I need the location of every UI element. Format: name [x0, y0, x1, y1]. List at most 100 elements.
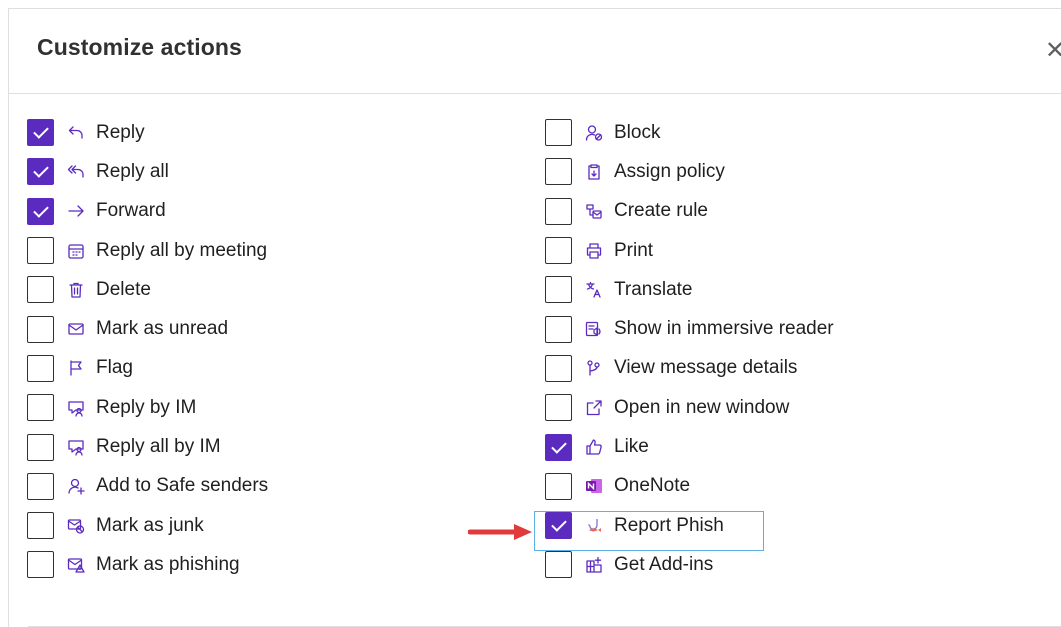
action-row-reply-all-by-im[interactable]: Reply all by IM — [27, 427, 268, 466]
checkbox[interactable] — [27, 472, 54, 500]
checkbox[interactable] — [545, 237, 572, 265]
checkbox[interactable] — [545, 315, 572, 343]
action-row-print[interactable]: Print — [545, 231, 834, 270]
action-row-show-in-immersive-reader[interactable]: Show in immersive reader — [545, 309, 834, 348]
block-person-icon — [584, 123, 604, 143]
action-row-reply[interactable]: Reply — [27, 113, 268, 152]
checkbox[interactable] — [27, 158, 54, 186]
right-actions-column: Block Assign policy Create rule Print Transl… — [545, 113, 834, 585]
checkbox[interactable] — [545, 551, 572, 579]
reply-icon — [66, 123, 86, 143]
action-row-add-to-safe-senders[interactable]: Add to Safe senders — [27, 467, 268, 506]
checkbox[interactable] — [545, 276, 572, 304]
action-label: Print — [614, 239, 654, 261]
checkbox[interactable] — [545, 354, 572, 382]
pointer-arrow-icon — [468, 524, 532, 540]
checkbox[interactable] — [27, 551, 54, 579]
action-row-reply-all-by-meeting[interactable]: Reply all by meeting — [27, 231, 268, 270]
action-label: Mark as unread — [96, 318, 229, 340]
reply-all-icon — [66, 162, 86, 182]
rule-icon — [584, 201, 604, 221]
action-label: OneNote — [614, 475, 691, 497]
dialog-header: Customize actions ✕ — [9, 9, 1061, 94]
action-row-onenote[interactable]: OneNote — [545, 467, 834, 506]
action-label: Flag — [96, 357, 133, 379]
open-window-icon — [584, 398, 604, 418]
checkbox[interactable] — [545, 472, 572, 500]
checkbox[interactable] — [545, 394, 572, 422]
checkbox[interactable] — [27, 315, 54, 343]
action-label: Open in new window — [614, 396, 790, 418]
checkbox[interactable] — [545, 197, 572, 225]
checkbox[interactable] — [27, 197, 54, 225]
checkbox[interactable] — [27, 354, 54, 382]
checkbox[interactable] — [545, 433, 572, 461]
action-row-get-add-ins[interactable]: Get Add-ins — [545, 545, 834, 584]
action-label: Translate — [614, 278, 693, 300]
checkbox[interactable] — [27, 237, 54, 265]
action-label: Report Phish — [614, 514, 724, 536]
action-label: Create rule — [614, 200, 708, 222]
flag-icon — [66, 358, 86, 378]
thumbs-up-icon — [584, 437, 604, 457]
add-ins-icon — [584, 555, 604, 575]
envelope-icon — [66, 319, 86, 339]
chat-person-icon — [66, 437, 86, 457]
junk-mail-icon — [66, 516, 86, 536]
phishing-mail-icon — [66, 555, 86, 575]
translate-icon — [584, 280, 604, 300]
checkbox[interactable] — [545, 119, 572, 147]
print-icon — [584, 241, 604, 261]
close-icon[interactable]: ✕ — [1045, 35, 1061, 65]
action-label: View message details — [614, 357, 798, 379]
action-row-flag[interactable]: Flag — [27, 349, 268, 388]
action-row-open-in-new-window[interactable]: Open in new window — [545, 388, 834, 427]
action-label: Reply by IM — [96, 396, 197, 418]
action-label: Reply all — [96, 160, 169, 182]
action-row-view-message-details[interactable]: View message details — [545, 349, 834, 388]
action-row-mark-as-phishing[interactable]: Mark as phishing — [27, 545, 268, 584]
action-row-translate[interactable]: Translate — [545, 270, 834, 309]
left-actions-column: Reply Reply all Forward Reply all by meetin… — [27, 113, 268, 585]
action-label: Show in immersive reader — [614, 318, 834, 340]
checkbox[interactable] — [545, 512, 572, 540]
action-label: Mark as junk — [96, 514, 204, 536]
action-row-mark-as-junk[interactable]: Mark as junk — [27, 506, 268, 545]
checkbox[interactable] — [27, 276, 54, 304]
action-row-create-rule[interactable]: Create rule — [545, 192, 834, 231]
action-label: Reply — [96, 121, 145, 143]
report-phish-icon — [584, 516, 604, 536]
action-row-mark-as-unread[interactable]: Mark as unread — [27, 309, 268, 348]
trash-icon — [66, 280, 86, 300]
chat-person-icon — [66, 398, 86, 418]
immersive-reader-icon — [584, 319, 604, 339]
calendar-icon — [66, 241, 86, 261]
action-row-reply-by-im[interactable]: Reply by IM — [27, 388, 268, 427]
onenote-icon — [584, 476, 604, 496]
action-label: Block — [614, 121, 661, 143]
checkbox[interactable] — [27, 394, 54, 422]
action-row-like[interactable]: Like — [545, 427, 834, 466]
dialog-title: Customize actions — [37, 34, 242, 60]
checkbox[interactable] — [27, 119, 54, 147]
action-row-block[interactable]: Block — [545, 113, 834, 152]
action-row-report-phish[interactable]: Report Phish — [545, 506, 834, 545]
action-label: Reply all by meeting — [96, 239, 268, 261]
action-label: Reply all by IM — [96, 436, 221, 458]
action-label: Get Add-ins — [614, 553, 714, 575]
action-label: Assign policy — [614, 160, 725, 182]
action-label: Forward — [96, 200, 166, 222]
action-row-reply-all[interactable]: Reply all — [27, 152, 268, 191]
action-label: Like — [614, 436, 649, 458]
action-row-assign-policy[interactable]: Assign policy — [545, 152, 834, 191]
person-add-icon — [66, 476, 86, 496]
checkbox[interactable] — [27, 433, 54, 461]
checkbox[interactable] — [545, 158, 572, 186]
action-row-forward[interactable]: Forward — [27, 192, 268, 231]
action-row-delete[interactable]: Delete — [27, 270, 268, 309]
checkbox[interactable] — [27, 512, 54, 540]
clipboard-icon — [584, 162, 604, 182]
message-details-icon — [584, 358, 604, 378]
action-label: Mark as phishing — [96, 553, 240, 575]
action-label: Delete — [96, 278, 151, 300]
